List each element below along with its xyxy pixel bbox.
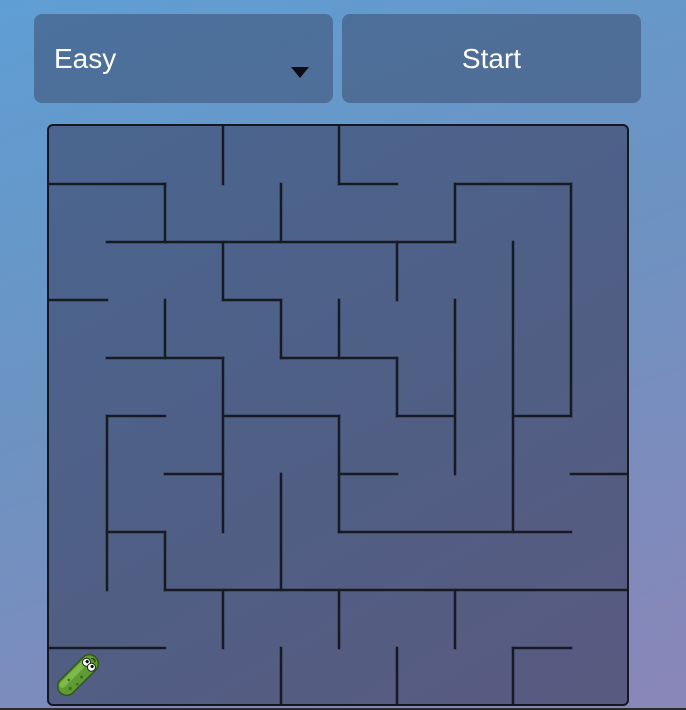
difficulty-selected-value: Easy (54, 43, 117, 74)
caret-down-icon (291, 67, 309, 78)
maze-walls (49, 126, 627, 704)
pickle-icon (56, 653, 100, 697)
maze-board[interactable] (47, 124, 629, 706)
start-button[interactable]: Start (342, 14, 641, 103)
difficulty-select[interactable]: Easy (34, 14, 333, 103)
